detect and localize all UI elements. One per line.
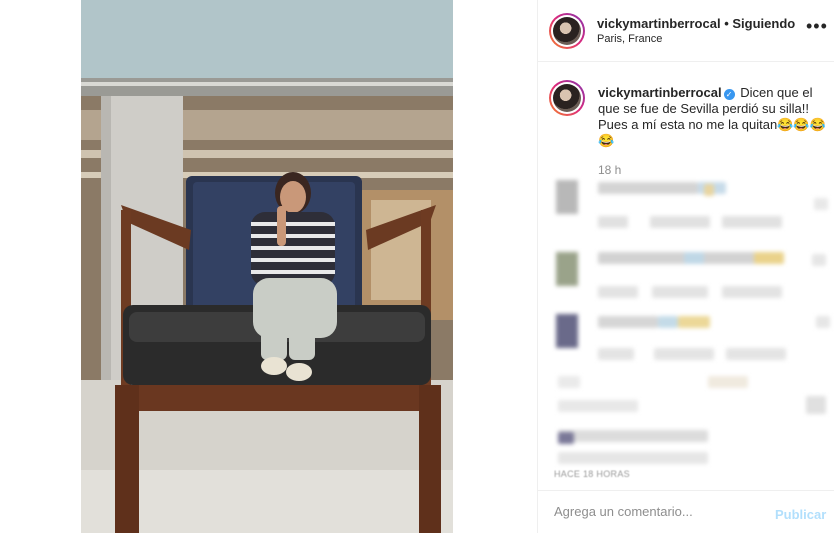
caption-time[interactable]: 18 h: [598, 163, 621, 177]
comment-input[interactable]: [554, 504, 754, 519]
follow-status[interactable]: • Siguiendo: [724, 16, 795, 31]
comments-timestamp: HACE 18 HORAS: [554, 469, 630, 479]
post-side-panel: vickymartinberrocal • Siguiendo Paris, F…: [537, 0, 834, 533]
blurred-comment-4: [554, 372, 826, 466]
blurred-comment-3: [554, 312, 830, 362]
verified-badge-icon: ✓: [723, 89, 735, 100]
post-photo[interactable]: [81, 0, 453, 533]
comment-box: Publicar: [538, 490, 834, 533]
caption-username[interactable]: vickymartinberrocal: [598, 85, 722, 100]
post-location[interactable]: Paris, France: [597, 33, 662, 45]
caption-avatar[interactable]: [549, 80, 585, 116]
header-username-line: vickymartinberrocal • Siguiendo: [597, 16, 795, 31]
header-avatar[interactable]: [549, 13, 585, 49]
publish-button[interactable]: Publicar: [775, 507, 826, 522]
blurred-comment-1: [554, 180, 828, 230]
media-area: [0, 0, 537, 533]
blurred-comment-2: [554, 250, 826, 300]
caption-text-block: vickymartinberrocal ✓ Dicen que el que se…: [598, 85, 830, 149]
header-username[interactable]: vickymartinberrocal: [597, 16, 721, 31]
post-header: vickymartinberrocal • Siguiendo Paris, F…: [538, 0, 834, 62]
photo-illustration: [81, 0, 453, 533]
more-options-icon[interactable]: •••: [806, 17, 828, 41]
